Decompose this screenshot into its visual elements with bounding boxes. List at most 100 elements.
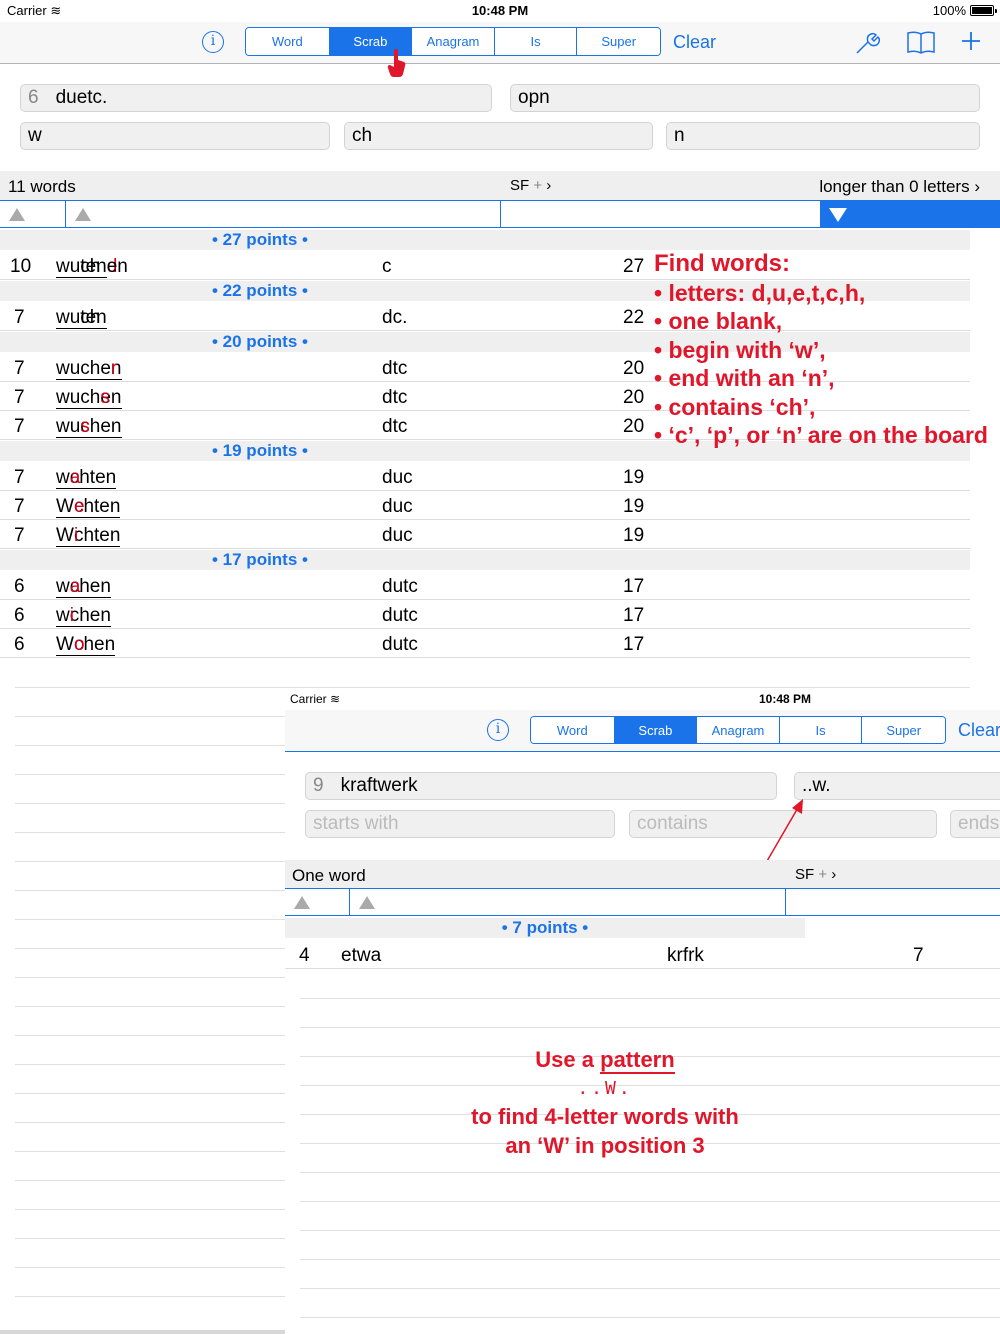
table-row[interactable]: 4 etwa krfrk 7 (285, 940, 1000, 969)
word-length: 10 (10, 256, 32, 277)
chevron-right-icon: › (974, 177, 980, 196)
word-length: 7 (14, 525, 25, 546)
word-text: wu s chen (56, 416, 122, 438)
segment-anagram[interactable]: Anagram (411, 28, 494, 55)
ends-with-value: n (674, 125, 685, 146)
word-length: 7 (14, 416, 25, 437)
word-length: 6 (14, 605, 25, 626)
word-text: etwa (341, 945, 382, 966)
extra-letters: dtc (382, 387, 408, 408)
contains-placeholder: contains (637, 813, 708, 834)
plus-icon[interactable] (960, 30, 982, 52)
book-icon[interactable] (906, 29, 936, 55)
table-row[interactable]: 6 Wo chen dutc 17 (0, 629, 970, 658)
toolbar: i Word Scrab Anagram Is Super Clear (0, 22, 1000, 77)
word-length: 6 (14, 576, 25, 597)
segment-is[interactable]: Is (778, 717, 862, 743)
segment-word[interactable]: Word (246, 28, 329, 55)
segment-scrab[interactable]: Scrab (613, 717, 697, 743)
word-score: 19 (623, 496, 645, 517)
table-row[interactable]: 7 We chten duc 19 (0, 491, 970, 520)
annotation-pattern: Use a pattern ..W. to find 4-letter word… (471, 1047, 739, 1158)
word-text: We chten (56, 496, 121, 518)
starts-with-field[interactable]: starts with (305, 810, 615, 838)
ends-with-field[interactable]: n (666, 122, 980, 150)
letters-count: 6 (28, 87, 39, 108)
sort-extra-column[interactable] (501, 201, 821, 227)
word-text: w a chten (56, 467, 117, 489)
points-group-header: • 17 points • (0, 550, 520, 570)
word-score: 17 (623, 634, 645, 655)
sort-button[interactable]: SF + › (795, 866, 836, 883)
sort-down-icon (829, 208, 847, 222)
status-bar: Carrier ≋ 10:48 PM 100% (0, 0, 1000, 22)
sort-up-icon (294, 896, 310, 909)
extra-letters: dtc (382, 416, 408, 437)
segment-super[interactable]: Super (576, 28, 660, 55)
table-row[interactable]: 7 Wi chten duc 19 (0, 520, 970, 549)
status-time: 10:48 PM (759, 692, 812, 706)
inset-screenshot: Carrier ≋ 10:48 PM i Word Scrab Anagram … (285, 688, 1000, 1334)
points-group-header: • 19 points • (0, 441, 520, 461)
mode-segmented-control: Word Scrab Anagram Is Super (245, 27, 661, 56)
word-score: 19 (623, 525, 645, 546)
ends-with-field[interactable]: ends (950, 810, 1000, 838)
word-score: 20 (623, 416, 645, 437)
letters-value: kraftwerk (340, 775, 418, 796)
word-length: 7 (14, 307, 25, 328)
points-group-header: • 22 points • (0, 281, 520, 301)
letters-field[interactable]: 9 kraftwerk (305, 772, 777, 800)
letters-field[interactable]: 6 duetc. (20, 84, 492, 112)
table-row[interactable]: 6 w i chen dutc 17 (0, 600, 970, 629)
sort-score-column[interactable] (821, 201, 1000, 227)
word-score: 19 (623, 467, 645, 488)
sort-button[interactable]: SF + › (510, 177, 551, 194)
word-length: 4 (299, 945, 310, 966)
sort-up-icon (359, 896, 375, 909)
segment-word[interactable]: Word (531, 717, 614, 743)
info-icon[interactable]: i (487, 719, 509, 741)
wrench-icon[interactable] (854, 30, 880, 56)
sort-length-column[interactable] (285, 889, 350, 915)
word-length: 6 (14, 634, 25, 655)
word-score: 20 (623, 358, 645, 379)
segment-anagram[interactable]: Anagram (696, 717, 779, 743)
letters-count: 9 (313, 775, 324, 796)
table-row[interactable]: 6 w a chen dutc 17 (0, 571, 970, 600)
battery-icon (970, 5, 997, 16)
letters-value: duetc. (55, 87, 108, 108)
ends-placeholder: ends (958, 813, 1000, 834)
points-group-header: • 7 points • (285, 918, 805, 938)
clear-button[interactable]: Clear (958, 720, 1000, 741)
pattern-field[interactable]: ..w. (794, 772, 1000, 800)
contains-field[interactable]: ch (344, 122, 653, 150)
board-field[interactable]: opn (510, 84, 980, 112)
extra-letters: dutc (382, 576, 418, 597)
mode-segmented-control: Word Scrab Anagram Is Super (530, 716, 946, 744)
sort-up-icon (75, 208, 91, 221)
word-length: 7 (14, 467, 25, 488)
word-text: Wi chten (56, 525, 121, 547)
word-text: wuche r n (56, 358, 122, 380)
segment-super[interactable]: Super (861, 717, 945, 743)
word-text: wuch s en (56, 387, 122, 409)
annotation-find-words: Find words: • letters: d,u,e,t,c,h, • on… (654, 250, 988, 448)
contains-value: ch (352, 125, 373, 146)
length-filter[interactable]: longer than 0 letters › (819, 177, 980, 197)
word-score: 17 (623, 605, 645, 626)
word-length: 7 (14, 496, 25, 517)
sort-word-column[interactable] (350, 889, 786, 915)
wifi-icon: ≋ (330, 692, 341, 706)
table-row[interactable]: 7 w a chten duc 19 (0, 462, 970, 491)
extra-letters: dtc (382, 358, 408, 379)
extra-letters: c (382, 256, 392, 277)
sort-columns-row (0, 200, 1000, 228)
points-group-header: • 20 points • (0, 332, 520, 352)
starts-with-field[interactable]: w (20, 122, 330, 150)
info-icon[interactable]: i (202, 31, 224, 53)
sort-length-column[interactable] (0, 201, 66, 227)
segment-is[interactable]: Is (493, 28, 577, 55)
sort-word-column[interactable] (66, 201, 501, 227)
clear-button[interactable]: Clear (673, 32, 716, 53)
word-score: 22 (623, 307, 645, 328)
